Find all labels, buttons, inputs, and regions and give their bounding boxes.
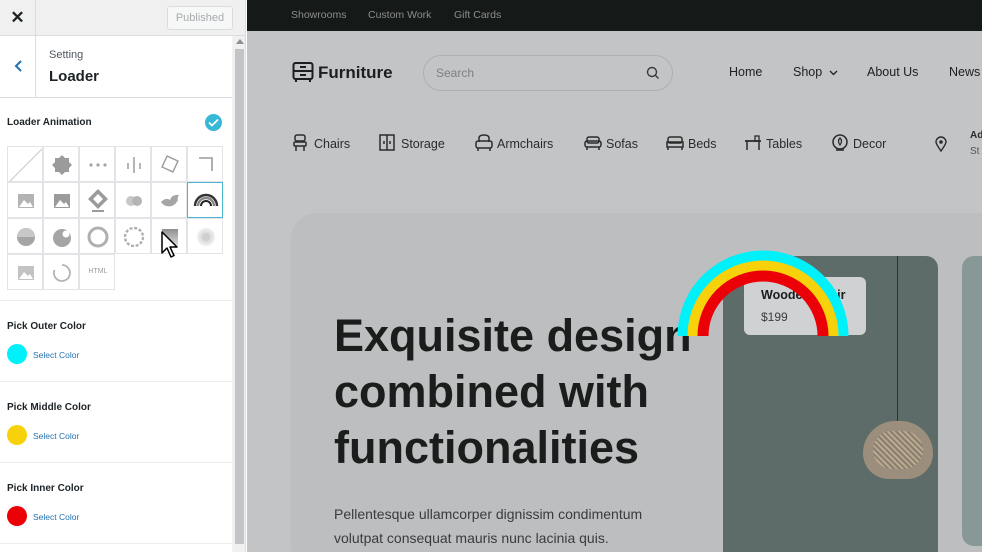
rainbow-loader-icon [677, 250, 849, 337]
divider [0, 381, 232, 382]
loader-option-bird[interactable] [151, 182, 187, 218]
customizer-panel: ✕ Published Setting Loader Loader Animat… [0, 0, 246, 552]
chair-icon [293, 134, 307, 151]
location-title: Ad [970, 130, 982, 141]
chevron-left-icon [14, 60, 22, 72]
inner-select-color-link[interactable]: Select Color [33, 512, 79, 522]
category-label: Chairs [314, 137, 351, 151]
lamp-cord [897, 256, 898, 421]
loader-option-dot-glow[interactable] [187, 218, 223, 254]
outer-color-swatch[interactable] [7, 344, 27, 364]
scroll-up-arrow-icon[interactable] [236, 39, 244, 44]
top-link-showrooms[interactable]: Showrooms [291, 9, 346, 21]
nav-news[interactable]: News [949, 65, 980, 79]
location-pin-icon [935, 136, 947, 152]
loader-option-image-small[interactable] [7, 254, 43, 290]
loader-option-image[interactable] [7, 182, 43, 218]
site-preview: Showrooms Custom Work Gift Cards Furnitu… [247, 0, 982, 552]
hero-title: Exquisite design combined with functiona… [334, 310, 692, 473]
middle-color-label: Pick Middle Color [7, 402, 91, 413]
sofa-icon [584, 136, 602, 150]
close-icon[interactable]: ✕ [0, 0, 36, 36]
storage-icon [379, 134, 395, 151]
mouse-cursor-icon [161, 231, 178, 258]
back-button[interactable] [0, 36, 36, 97]
inner-color-label: Pick Inner Color [7, 483, 84, 494]
loader-animation-label: Loader Animation [7, 117, 92, 128]
search-input[interactable]: Search [436, 66, 474, 80]
search-icon[interactable] [646, 66, 660, 80]
category-label: Storage [401, 137, 445, 151]
table-icon [745, 135, 761, 150]
loader-option-html[interactable]: HTML [79, 254, 115, 290]
divider [0, 543, 232, 544]
divider [0, 462, 232, 463]
nav-shop[interactable]: Shop [793, 65, 822, 79]
publish-button[interactable]: Published [167, 6, 233, 30]
loader-option-square[interactable] [151, 146, 187, 182]
category-label: Sofas [606, 137, 638, 151]
loader-option-rainbow[interactable] [187, 182, 223, 218]
html-option-label: HTML [88, 268, 108, 275]
loader-option-none[interactable] [7, 146, 43, 182]
decor-icon [832, 134, 848, 151]
category-label: Beds [688, 137, 717, 151]
section-header: Setting Loader [0, 36, 232, 98]
cabinet-logo-icon [292, 62, 314, 82]
loader-option-ring[interactable] [79, 218, 115, 254]
chevron-down-icon[interactable] [829, 70, 838, 76]
panel-body: Loader Animation HTML Pick Outer Color S… [0, 98, 232, 552]
site-logo-text[interactable]: Furniture [318, 63, 393, 83]
nav-home[interactable]: Home [729, 65, 762, 79]
category-label: Tables [766, 137, 803, 151]
armchair-icon [475, 134, 493, 151]
loader-option-bars[interactable] [115, 146, 151, 182]
loader-option-blob[interactable] [43, 218, 79, 254]
location-subtitle: St [970, 146, 980, 157]
bed-icon [666, 136, 684, 150]
category-label: Armchairs [497, 137, 554, 151]
top-bar: Showrooms Custom Work Gift Cards [247, 0, 982, 31]
loader-option-image-flag[interactable] [43, 182, 79, 218]
outer-color-label: Pick Outer Color [7, 321, 86, 332]
loader-option-diamond[interactable] [79, 182, 115, 218]
loader-option-corner[interactable] [187, 146, 223, 182]
loader-option-two-circles[interactable] [115, 182, 151, 218]
hero-description: Pellentesque ullamcorper dignissim condi… [334, 506, 643, 546]
outer-select-color-link[interactable]: Select Color [33, 350, 79, 360]
check-icon [205, 114, 222, 131]
middle-select-color-link[interactable]: Select Color [33, 431, 79, 441]
top-link-gift-cards[interactable]: Gift Cards [454, 9, 501, 21]
inner-color-swatch[interactable] [7, 506, 27, 526]
scroll-thumb[interactable] [235, 49, 244, 544]
loader-option-badge[interactable] [43, 146, 79, 182]
panel-scrollbar[interactable] [233, 36, 245, 552]
section-subtitle: Setting [49, 49, 84, 61]
middle-color-swatch[interactable] [7, 425, 27, 445]
nav-about-us[interactable]: About Us [867, 65, 918, 79]
category-label: Decor [853, 137, 887, 151]
pendant-lamp [863, 421, 933, 479]
loader-option-circle-shade[interactable] [7, 218, 43, 254]
top-link-custom-work[interactable]: Custom Work [368, 9, 431, 21]
hero-secondary-image [962, 256, 982, 546]
loader-option-dotted-ring[interactable] [115, 218, 151, 254]
loader-option-spinner-arc[interactable] [43, 254, 79, 290]
divider [0, 300, 232, 301]
search-box[interactable]: Search [423, 55, 673, 91]
loader-option-dots[interactable] [79, 146, 115, 182]
section-title: Loader [49, 68, 100, 85]
customizer-topbar: ✕ Published [0, 0, 245, 36]
